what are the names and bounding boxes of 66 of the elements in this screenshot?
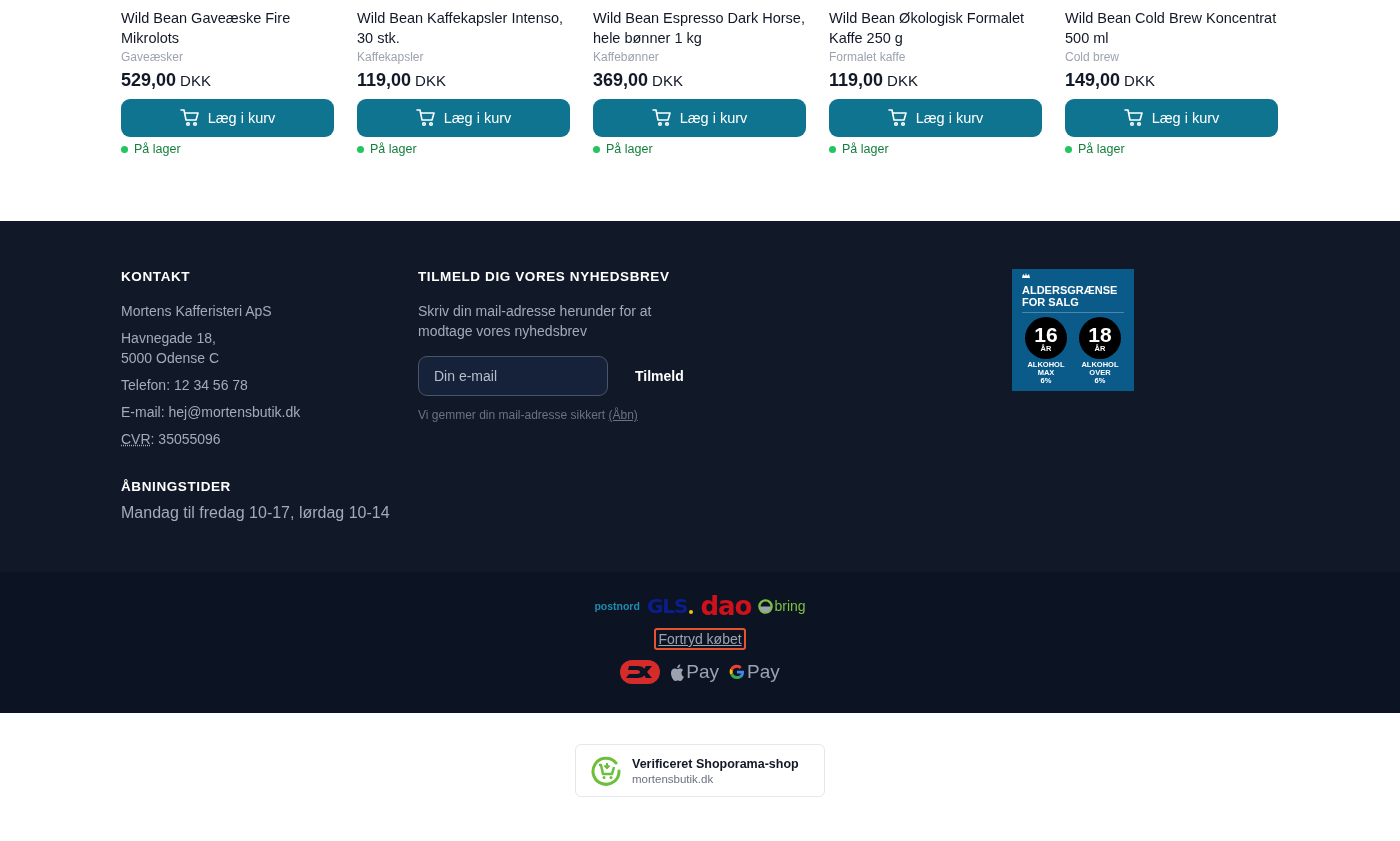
add-to-cart-button[interactable]: Læg i kurv [121,99,334,137]
address-line: 5000 Odense C [121,349,221,368]
cvr-abbreviation: CVR [121,431,151,447]
apple-pay-logo: Pay [670,661,719,683]
product-title[interactable]: Wild Bean Kaffekapsler Intenso, 30 stk. [357,8,570,48]
phone-text: Telefon: 12 34 56 78 [121,376,249,395]
product-category: Kaffebønner [593,50,660,64]
google-pay-logo: Pay [729,661,780,683]
currency-label: DKK [652,72,683,89]
shop-domain: mortensbutik.dk [632,772,715,785]
currency-label: DKK [887,72,918,89]
section-heading: ÅBNINGSTIDER [121,479,232,494]
badge-title: FOR SALG [1022,296,1080,308]
carrier-logo: GLS [646,594,694,618]
product-category: Cold brew [1065,50,1121,64]
product-price: 149,00 [1065,70,1121,91]
newsletter-description: Skriv din mail-adresse herunder for at modtage vores nyhedsbrev [418,302,653,341]
product-category: Gaveæsker [121,50,185,64]
cart-icon [887,109,908,127]
crown-icon [1022,273,1030,278]
carrier-logo: dao [700,593,752,619]
dankort-logo [620,660,661,684]
address-line: Havnegade 18, [121,329,217,348]
badge-title: ALDERSGRÆNSE [1022,284,1119,296]
cart-icon [415,109,436,127]
product-title[interactable]: Wild Bean Espresso Dark Horse, hele bønner 1 kg [593,8,806,48]
email-text: E-mail: hej@mortensbutik.dk [121,403,302,422]
product-category: Kaffekapsler [357,50,425,64]
add-to-cart-button[interactable]: Læg i kurv [593,99,806,137]
cvr-number: : 35055096 [150,431,221,447]
cart-icon [1123,109,1144,127]
stock-status: På lager [134,142,181,156]
currency-label: DKK [1124,72,1155,89]
carrier-logo: bring [758,598,806,614]
stock-status: På lager [842,142,889,156]
cart-icon [179,109,200,127]
currency-label: DKK [415,72,446,89]
stock-status: På lager [1078,142,1125,156]
carrier-logo: postnord [594,600,640,612]
product-price: 369,00 [593,70,649,91]
verified-cart-icon [590,754,622,787]
stock-status: På lager [606,142,653,156]
product-title[interactable]: Wild Bean Cold Brew Koncentrat 500 ml [1065,8,1278,48]
currency-label: DKK [180,72,211,89]
section-heading: TILMELD DIG VORES NYHEDSBREV [418,269,671,284]
product-category: Formalet kaffe [829,50,907,64]
section-heading: KONTAKT [121,269,192,284]
product-price: 119,00 [829,70,884,91]
add-to-cart-button[interactable]: Læg i kurv [1065,99,1278,137]
verified-title: Verificeret Shoporama-shop [632,756,799,771]
add-to-cart-button[interactable]: Læg i kurv [829,99,1042,137]
product-title[interactable]: Wild Bean Gaveæske Fire Mikrolots [121,8,334,48]
privacy-link[interactable]: (Åbn) [608,408,638,422]
subscribe-button[interactable]: Tilmeld [635,368,684,384]
privacy-note: Vi gemmer din mail-adresse sikkert [418,408,606,422]
add-to-cart-button[interactable]: Læg i kurv [357,99,570,137]
cart-icon [651,109,672,127]
product-title[interactable]: Wild Bean Økologisk Formalet Kaffe 250 g [829,8,1042,48]
company-name: Mortens Kafferisteri ApS [121,302,273,321]
opening-hours: Mandag til fredag 10-17, lørdag 10-14 [121,504,391,522]
withdraw-purchase-link[interactable]: Fortryd købet [654,628,746,650]
verified-shop-card[interactable]: Verificeret Shoporama-shop mortensbutik.dk [575,744,825,797]
product-price: 119,00 [357,70,412,91]
product-price: 529,00 [121,70,177,91]
stock-status: På lager [370,142,417,156]
email-input[interactable]: Din e-mail [418,356,608,396]
